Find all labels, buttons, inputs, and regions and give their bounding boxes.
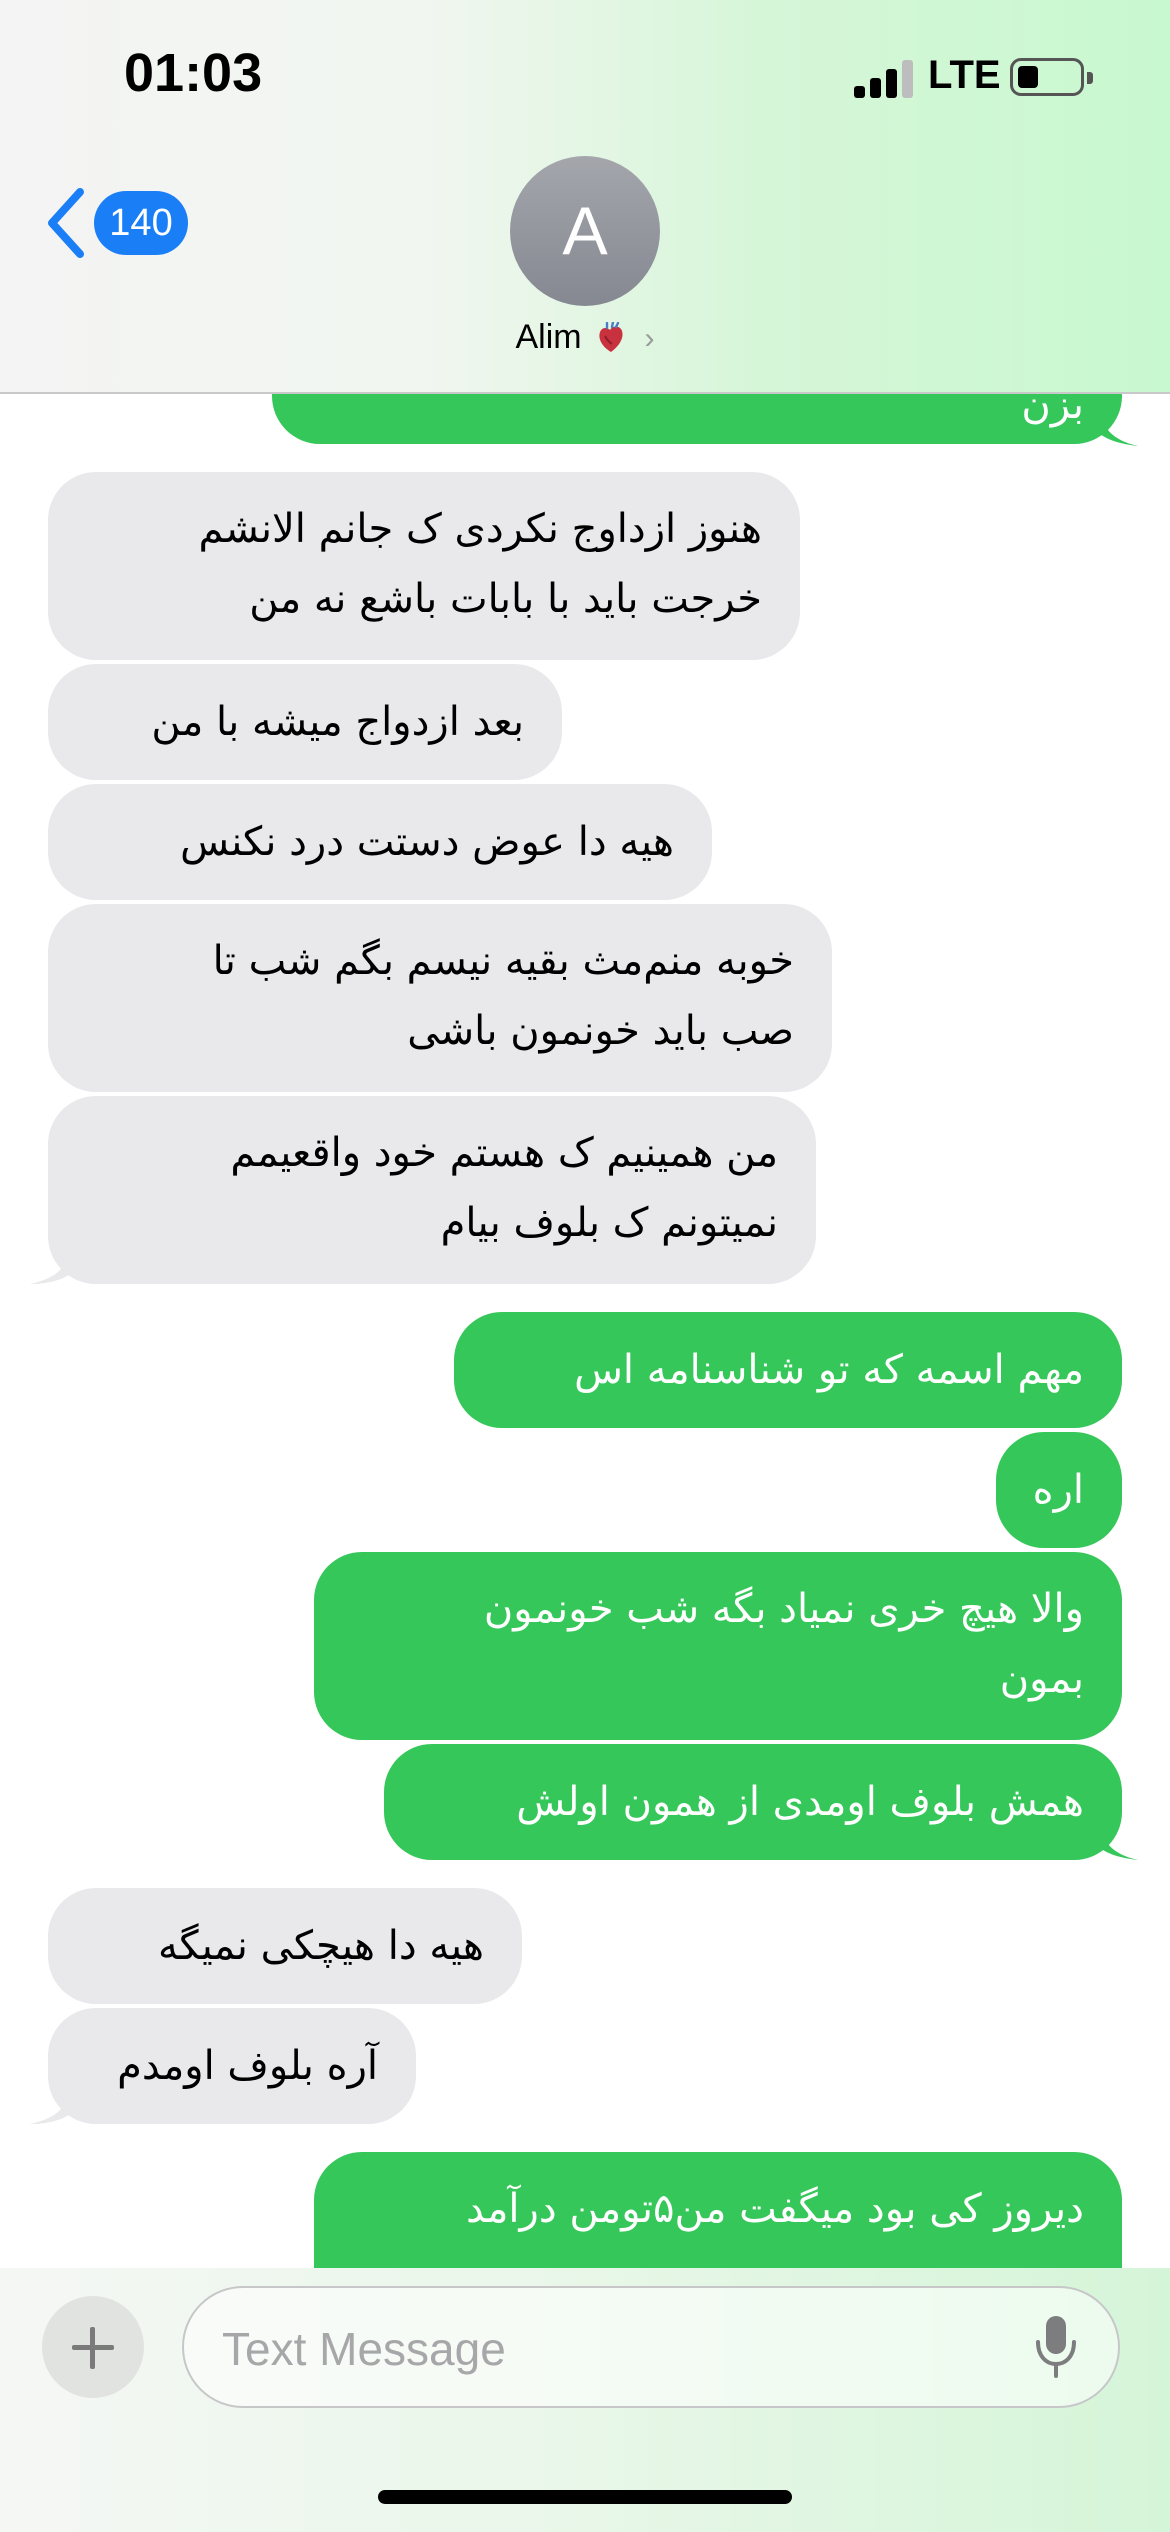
anatomical-heart-icon xyxy=(597,322,625,352)
message-line: همش بلوف اومدی از همون اولش xyxy=(516,1779,1084,1825)
message-bubble-received[interactable]: آره بلوف اومدم xyxy=(48,2008,416,2124)
cellular-signal-icon xyxy=(854,58,914,98)
status-time: 01:03 xyxy=(124,43,263,103)
back-button[interactable]: 140 xyxy=(46,183,196,263)
chevron-left-icon xyxy=(48,188,84,258)
message-line: دیروز کی بود میگفت من۵تومن درآمد xyxy=(465,2186,1084,2232)
contact-avatar[interactable]: A xyxy=(510,156,660,306)
message-line: بمون xyxy=(999,1656,1084,1702)
apps-plus-button[interactable] xyxy=(42,2296,144,2398)
network-type: LTE xyxy=(928,53,1001,97)
message-bubble-received[interactable]: هنوز ازداوج نکردی ک جانم الانشم خرجت بای… xyxy=(48,472,800,660)
message-bubble-received[interactable]: من همینیم ک هستم خود واقعیمم نمیتونم ک ب… xyxy=(48,1096,816,1284)
message-line: هیه دا هیچکی نمیگه xyxy=(158,1923,484,1969)
message-line: من همینیم ک هستم خود واقعیمم xyxy=(230,1130,778,1176)
message-input[interactable] xyxy=(220,2308,1004,2390)
message-line: خوبه منم‌مث بقیه نیسم بگم شب تا xyxy=(212,938,794,984)
battery-icon xyxy=(1010,58,1093,96)
message-bubble-sent[interactable]: اره xyxy=(996,1432,1122,1548)
message-bubble-received[interactable]: هیه دا عوض دستت درد نکنس xyxy=(48,784,712,900)
contact-name: Alim xyxy=(515,318,582,356)
home-indicator[interactable] xyxy=(378,2490,792,2504)
message-line: اره xyxy=(1032,1467,1084,1513)
message-line: بعد ازدواج میشه با من xyxy=(151,699,524,745)
message-input-container xyxy=(182,2286,1120,2408)
contact-name-button[interactable]: Alim › xyxy=(0,318,1170,357)
message-bubble-received[interactable]: خوبه منم‌مث بقیه نیسم بگم شب تا صب باید … xyxy=(48,904,832,1092)
message-bubble-received[interactable]: هیه دا هیچکی نمیگه xyxy=(48,1888,522,2004)
message-line: خرجت باید با بابات باشع نه من xyxy=(249,576,762,622)
message-line: صب باید خونمون باشی xyxy=(407,1008,794,1054)
message-line: نمیتونم ک بلوف بیام xyxy=(440,1200,778,1246)
message-bubble-sent[interactable]: والا هیچ خری نمیاد بگه شب خونمون بمون xyxy=(314,1552,1122,1740)
bubble-tail xyxy=(1100,1822,1138,1860)
bubble-tail xyxy=(30,2086,70,2124)
bubble-tail xyxy=(1100,408,1138,446)
unread-count-badge: 140 xyxy=(94,191,188,255)
message-line: آره بلوف اومدم xyxy=(117,2043,378,2089)
conversation-header: 01:03 LTE 140 A Alim › xyxy=(0,0,1170,394)
bubble-tail xyxy=(30,1246,70,1284)
message-bubble-sent[interactable]: مهم اسمه که تو شناسنامه اس xyxy=(454,1312,1122,1428)
microphone-icon[interactable] xyxy=(1034,2314,1078,2382)
message-line: هیه دا عوض دستت درد نکنس xyxy=(180,819,674,865)
message-line: هنوز ازداوج نکردی ک جانم الانشم xyxy=(198,506,762,552)
message-bubble-sent[interactable]: همش بلوف اومدی از همون اولش xyxy=(384,1744,1122,1860)
message-line: والا هیچ خری نمیاد بگه شب خونمون xyxy=(483,1586,1084,1632)
chevron-right-icon: › xyxy=(644,322,655,355)
message-bubble-received[interactable]: بعد ازدواج میشه با من xyxy=(48,664,562,780)
message-line: مهم اسمه که تو شناسنامه اس xyxy=(574,1347,1084,1393)
